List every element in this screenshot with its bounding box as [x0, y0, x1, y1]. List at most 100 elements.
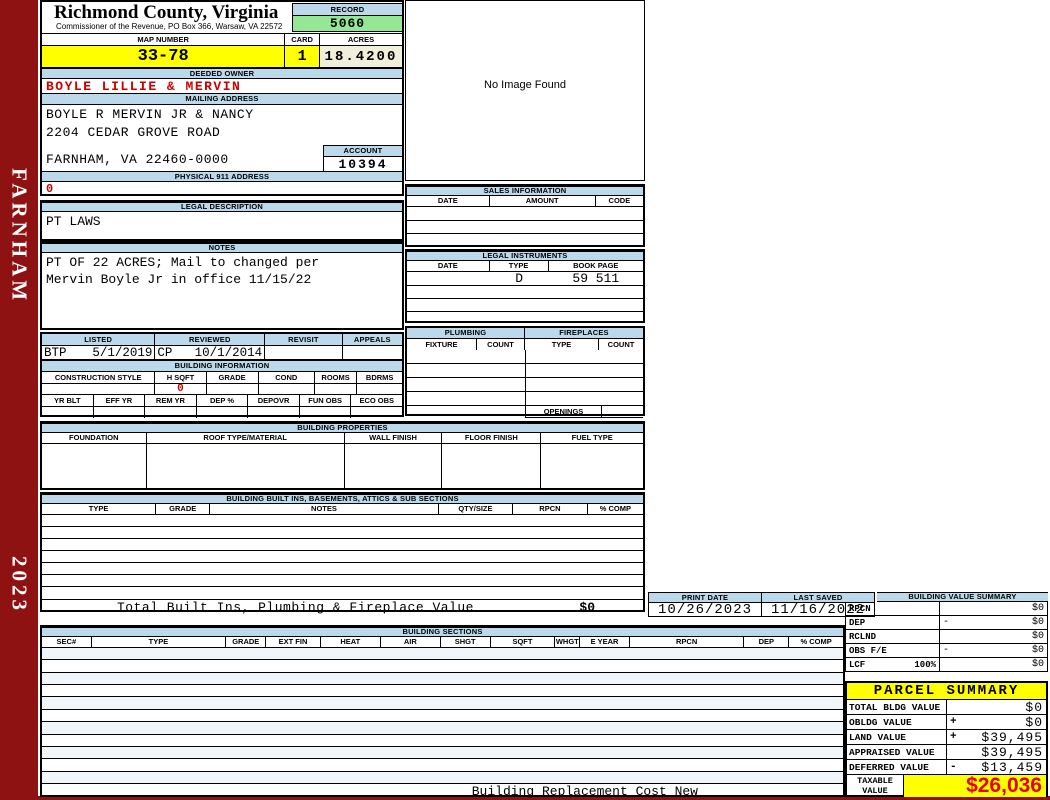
legal-instruments-block: LEGAL INSTRUMENTS DATE TYPE BOOK PAGE D …: [405, 249, 645, 323]
legal-description-block: LEGAL DESCRIPTION PT LAWS: [40, 200, 404, 241]
notes-line-1[interactable]: PT OF 22 ACRES; Mail to changed per: [46, 254, 398, 271]
listed-value[interactable]: BTP 5/1/2019: [42, 346, 156, 359]
sec-dep-label: DEP: [744, 637, 790, 647]
notes-block: NOTES PT OF 22 ACRES; Mail to changed pe…: [40, 241, 404, 330]
legal-description-text[interactable]: PT LAWS: [42, 212, 402, 231]
ps-label-obldg: OBLDG VALUE: [847, 715, 947, 729]
account-value[interactable]: 10394: [324, 157, 402, 172]
foundation-value[interactable]: [42, 444, 147, 490]
builtin-type-label: TYPE: [42, 504, 157, 514]
grade-value[interactable]: [207, 384, 259, 394]
acres-label: ACRES: [319, 34, 402, 45]
depovr-value[interactable]: [248, 407, 300, 418]
depovr-label: DEPOVR: [248, 395, 300, 406]
rem-yr-label: REM YR: [145, 395, 197, 406]
rem-yr-value[interactable]: [145, 407, 197, 418]
notes-text[interactable]: PT OF 22 ACRES; Mail to changed per Merv…: [42, 253, 402, 289]
fixture-label: FIXTURE: [407, 339, 477, 350]
openings-row: OPENINGS: [407, 406, 643, 418]
map-card-acres-headers: MAP NUMBER CARD ACRES: [42, 34, 402, 45]
rooms-value[interactable]: [315, 384, 358, 394]
instrument-type-value: D: [515, 272, 523, 285]
acres-value[interactable]: 18.4200: [319, 46, 402, 67]
taxable-label-line1: TAXABLE: [857, 776, 893, 786]
property-record-card: FARNHAM 2023 Richmond County, Virginia C…: [0, 0, 1050, 800]
fuel-type-label: FUEL TYPE: [541, 433, 643, 443]
taxable-value-label: TAXABLE VALUE: [847, 775, 904, 797]
wall-finish-value[interactable]: [345, 444, 443, 490]
builtin-comp-label: % COMP: [587, 504, 643, 514]
review-values: BTP 5/1/2019 CP 10/1/2014: [42, 345, 402, 359]
building-sections-block: BUILDING SECTIONS SEC# TYPE GRADE EXT FI…: [40, 625, 845, 799]
bvs-op: -: [943, 617, 950, 628]
foundation-label: FOUNDATION: [42, 433, 147, 443]
building-properties-block: BUILDING PROPERTIES FOUNDATION ROOF TYPE…: [40, 421, 645, 490]
building-sections-title: BUILDING SECTIONS: [42, 627, 843, 637]
map-card-acres-values: 33-78 1 18.4200: [42, 45, 402, 68]
property-image-box: No Image Found: [405, 0, 645, 181]
sec-comp-label: % COMP: [789, 637, 843, 647]
instrument-row[interactable]: D 59 511: [407, 272, 643, 286]
section-empty-row: [42, 648, 843, 661]
floor-finish-label: FLOOR FINISH: [442, 433, 542, 443]
bdrms-value[interactable]: [357, 384, 402, 394]
physical-911-value[interactable]: 0: [42, 182, 402, 196]
building-info-headers-1: CONSTRUCTION STYLE H SQFT GRADE COND ROO…: [42, 372, 402, 383]
record-value[interactable]: 5060: [293, 16, 402, 32]
fireplaces-title: FIREPLACES: [525, 328, 643, 339]
mailing-line-3[interactable]: FARNHAM, VA 22460-0000: [46, 152, 229, 167]
mailing-line-2[interactable]: 2204 CEDAR GROVE ROAD: [46, 125, 220, 140]
construction-style-value[interactable]: [42, 384, 156, 394]
fun-obs-value[interactable]: [300, 407, 352, 418]
reviewed-by: CP: [157, 346, 173, 359]
section-empty-row: [42, 746, 843, 760]
building-sections-footer: Building Replacement Cost New: [42, 783, 843, 799]
eff-yr-label: EFF YR: [93, 395, 146, 406]
appeals-value[interactable]: [343, 346, 402, 359]
sec-whgt-label: WHGT: [555, 637, 581, 647]
deeded-owner-value[interactable]: BOYLE LILLIE & MERVIN: [42, 79, 402, 94]
ps-row-obldg: OBLDG VALUE + $0: [847, 715, 1046, 730]
bvs-value-dep: $0: [1031, 617, 1044, 628]
notes-line-2[interactable]: Mervin Boyle Jr in office 11/15/22: [46, 271, 398, 288]
yr-blt-label: YR BLT: [42, 395, 94, 406]
built-ins-title: BUILDING BUILT INS, BASEMENTS, ATTICS & …: [42, 494, 643, 504]
taxable-value-amount: $26,036: [904, 774, 1046, 797]
instrument-bookpage-value: 59 511: [572, 272, 620, 285]
section-empty-row: [42, 685, 843, 698]
map-number-value[interactable]: 33-78: [42, 46, 286, 67]
yr-blt-value[interactable]: [42, 407, 94, 418]
eco-obs-value[interactable]: [351, 407, 402, 418]
openings-value[interactable]: [602, 406, 643, 418]
county-title: Richmond County, Virginia: [54, 2, 279, 23]
ps-op: +: [950, 731, 958, 743]
cond-value[interactable]: [259, 384, 315, 394]
header-block: Richmond County, Virginia Commissioner o…: [40, 0, 404, 196]
ps-value-land: $39,495: [981, 729, 1043, 745]
county-title-area: Richmond County, Virginia Commissioner o…: [42, 2, 402, 34]
bvs-value-rpcn: $0: [1031, 603, 1044, 614]
floor-finish-value[interactable]: [442, 444, 542, 490]
sales-empty-row: [407, 221, 643, 234]
building-sections-rows: [42, 648, 843, 783]
parcel-summary-title: PARCEL SUMMARY: [847, 683, 1046, 700]
builtin-rpcn-label: RPCN: [513, 504, 588, 514]
card-value[interactable]: 1: [285, 46, 320, 67]
builtin-grade-label: GRADE: [156, 504, 211, 514]
h-sqft-value[interactable]: 0: [155, 384, 207, 394]
eco-obs-label: ECO OBS: [351, 395, 403, 406]
eff-yr-value[interactable]: [94, 407, 146, 418]
dep-pct-value[interactable]: [197, 407, 249, 418]
fuel-type-value[interactable]: [541, 444, 643, 490]
revisit-value[interactable]: [265, 346, 343, 359]
mailing-address-label: MAILING ADDRESS: [42, 94, 402, 105]
ps-label-appraised: APPRAISED VALUE: [847, 745, 947, 759]
roof-type-value[interactable]: [147, 444, 345, 490]
ps-row-land: LAND VALUE + $39,495: [847, 730, 1046, 745]
mailing-line-1[interactable]: BOYLE R MERVIN JR & NANCY: [46, 107, 254, 122]
mailing-address-area[interactable]: BOYLE R MERVIN JR & NANCY 2204 CEDAR GRO…: [42, 105, 402, 172]
plumbing-fireplace-titles: PLUMBING FIREPLACES: [407, 328, 643, 339]
sec-extfin-label: EXT FIN: [266, 637, 321, 647]
bvs-row-rclnd: RCLND $0: [845, 630, 1048, 644]
reviewed-value[interactable]: CP 10/1/2014: [155, 346, 266, 359]
